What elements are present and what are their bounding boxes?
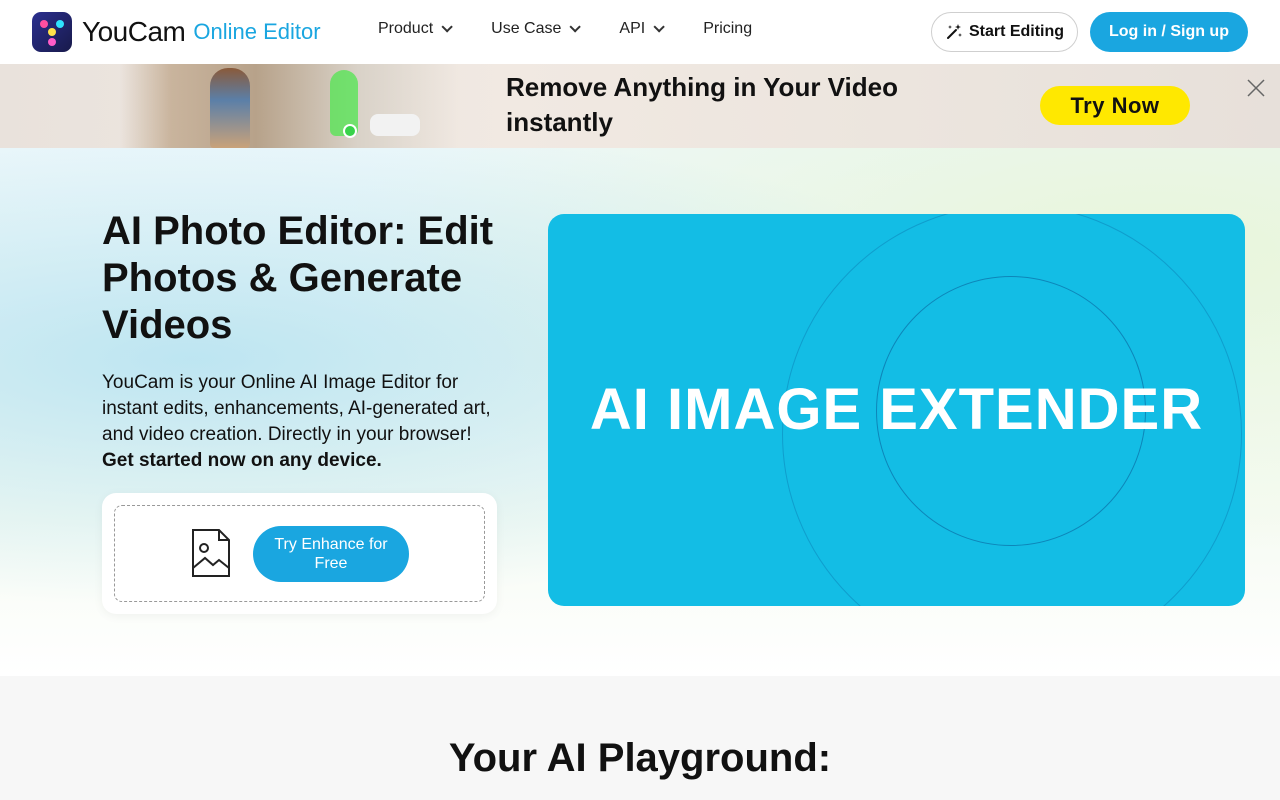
nav-use-case-label: Use Case	[491, 20, 562, 37]
hero-title: AI Photo Editor: Edit Photos & Generate …	[102, 209, 494, 347]
nav-product[interactable]: Product	[378, 20, 453, 38]
chevron-down-icon	[653, 21, 665, 33]
logo[interactable]: YouCam Online Editor	[32, 12, 321, 52]
login-signup-button[interactable]: Log in / Sign up	[1090, 12, 1248, 52]
start-editing-label: Start Editing	[968, 23, 1065, 40]
upload-card: Try Enhance for Free	[102, 493, 497, 614]
site-header: YouCam Online Editor Product Use Case AP…	[0, 0, 1280, 64]
main-nav: Product Use Case API Pricing	[378, 20, 794, 38]
magic-wand-icon	[946, 24, 962, 39]
try-now-button[interactable]: Try Now	[1040, 86, 1190, 125]
image-file-icon	[192, 529, 230, 577]
hero-description: YouCam is your Online AI Image Editor fo…	[102, 370, 502, 474]
logo-subtitle: Online Editor	[193, 19, 321, 44]
try-enhance-button[interactable]: Try Enhance for Free	[253, 526, 409, 582]
nav-api-label: API	[619, 20, 646, 37]
youcam-logo-icon	[32, 12, 72, 52]
logo-name: YouCam	[82, 16, 186, 47]
feature-showcase: AI IMAGE EXTENDER	[548, 214, 1245, 606]
nav-pricing[interactable]: Pricing	[703, 20, 752, 38]
section-title: Your AI Playground:	[448, 736, 832, 780]
chevron-down-icon	[441, 21, 453, 33]
banner-image	[120, 64, 460, 148]
hero-description-text: YouCam is your Online AI Image Editor fo…	[102, 372, 491, 445]
banner-car-shape	[370, 114, 420, 136]
banner-selection-dot	[343, 124, 357, 138]
nav-product-label: Product	[378, 20, 434, 37]
close-icon[interactable]	[1246, 78, 1266, 98]
banner-person-shape	[210, 68, 250, 148]
hero-description-bold: Get started now on any device.	[102, 450, 382, 471]
nav-use-case[interactable]: Use Case	[491, 20, 582, 38]
chevron-down-icon	[569, 21, 582, 33]
nav-pricing-label: Pricing	[703, 20, 753, 37]
feature-title: AI IMAGE EXTENDER	[589, 377, 1204, 442]
upload-dropzone[interactable]: Try Enhance for Free	[114, 505, 485, 602]
nav-api[interactable]: API	[619, 20, 665, 38]
start-editing-button[interactable]: Start Editing	[931, 12, 1078, 52]
banner-title: Remove Anything in Your Video instantly	[506, 72, 898, 137]
